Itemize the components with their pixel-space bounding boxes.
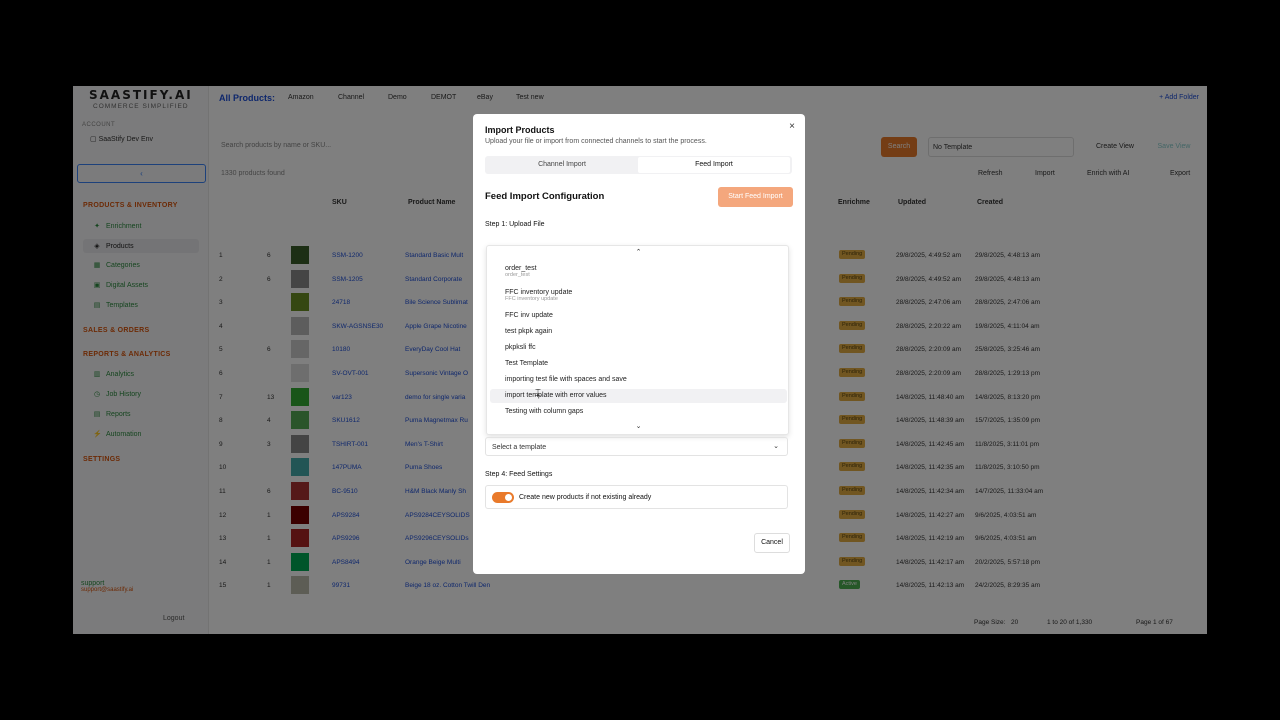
toggle-knob bbox=[505, 494, 512, 501]
select-placeholder: Select a template bbox=[492, 444, 547, 451]
option-label: importing test file with spaces and save bbox=[505, 376, 627, 383]
template-option[interactable]: Test Template bbox=[490, 357, 787, 371]
template-dropdown-list[interactable]: ⌃ order_test order_test FFC inventory upda… bbox=[486, 245, 789, 435]
cancel-button[interactable]: Cancel bbox=[754, 533, 790, 553]
toggle-label: Create new products if not existing alre… bbox=[519, 494, 652, 501]
template-option[interactable]: importing test file with spaces and save bbox=[490, 373, 787, 387]
template-option[interactable]: FFC inv update bbox=[490, 309, 787, 323]
option-label: order_test bbox=[505, 265, 537, 272]
config-title: Feed Import Configuration bbox=[485, 191, 605, 202]
option-label: FFC inventory update bbox=[505, 289, 573, 296]
import-tabs: Channel Import Feed Import bbox=[485, 156, 792, 174]
tab-feed-import[interactable]: Feed Import bbox=[638, 157, 790, 173]
template-option[interactable]: pkpksli ffc bbox=[490, 341, 787, 355]
mouse-pointer-icon: ⌶ bbox=[535, 388, 541, 399]
tab-channel-import[interactable]: Channel Import bbox=[486, 157, 638, 173]
template-option[interactable]: FFC inventory update FFC inventory update bbox=[490, 286, 787, 306]
step1-label: Step 1: Upload File bbox=[485, 221, 545, 228]
start-feed-import-button[interactable]: Start Feed Import bbox=[718, 187, 793, 207]
import-products-modal: Import Products Upload your file or impo… bbox=[473, 114, 805, 574]
option-sublabel: order_test bbox=[505, 272, 530, 278]
step4-label: Step 4: Feed Settings bbox=[485, 471, 553, 478]
modal-subtitle: Upload your file or import from connecte… bbox=[485, 138, 707, 145]
option-label: pkpksli ffc bbox=[505, 344, 536, 351]
template-option[interactable]: Testing with column gaps bbox=[490, 405, 787, 419]
option-label: Test Template bbox=[505, 360, 549, 367]
option-label: FFC inv update bbox=[505, 312, 553, 319]
template-option[interactable]: test pkpk again bbox=[490, 325, 787, 339]
feed-settings: Create new products if not existing alre… bbox=[485, 485, 788, 509]
option-label: test pkpk again bbox=[505, 328, 553, 335]
scroll-down-icon[interactable]: ⌄ bbox=[487, 422, 788, 430]
option-label: import template with error values bbox=[505, 392, 607, 399]
option-sublabel: FFC inventory update bbox=[505, 296, 558, 302]
chevron-down-icon: ⌄ bbox=[773, 443, 779, 450]
scroll-up-icon[interactable]: ⌃ bbox=[487, 248, 788, 256]
modal-title: Import Products bbox=[485, 125, 555, 135]
option-label: Testing with column gaps bbox=[505, 408, 584, 415]
template-option[interactable]: order_test order_test bbox=[490, 262, 787, 282]
template-select[interactable]: Select a template ⌄ bbox=[485, 437, 788, 456]
close-icon[interactable]: × bbox=[789, 121, 795, 132]
create-products-toggle[interactable] bbox=[492, 492, 514, 503]
